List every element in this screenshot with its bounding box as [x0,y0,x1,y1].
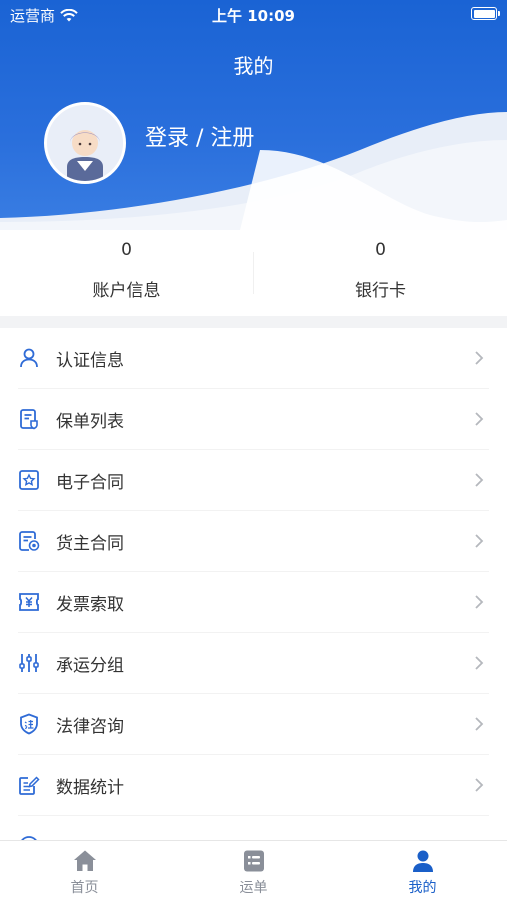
tab-label: 运单 [239,880,268,896]
chevron-right-icon [475,717,484,731]
shipper-contract-icon [19,531,40,551]
chevron-right-icon [475,412,484,426]
section-gap [0,316,507,328]
bottom-tab-bar: 首页 运单 我的 [0,840,507,900]
stat-value: 0 [121,240,132,260]
login-register-link[interactable]: 登录 / 注册 [145,120,254,152]
menu-label: 电子合同 [56,473,124,493]
menu-item-more[interactable] [0,816,507,840]
user-icon [20,348,38,368]
menu-label: 数据统计 [56,778,124,798]
menu-label: 承运分组 [56,656,124,676]
menu-item-carrier-group[interactable]: 承运分组 [0,633,507,694]
stat-value: 0 [375,240,386,260]
tab-label: 首页 [70,880,99,896]
menu-item-legal-consult[interactable]: 法律咨询 [0,694,507,755]
menu-label: 法律咨询 [56,717,124,737]
profile-header: 运营商 上午 10:09 我的 登录 / 注册 [0,0,507,230]
menu-item-e-contract[interactable]: 电子合同 [0,450,507,511]
default-avatar-icon [47,105,123,181]
profile-icon [412,850,433,872]
menu-label: 货主合同 [56,534,124,554]
chevron-right-icon [475,534,484,548]
stat-label: 账户信息 [92,281,161,301]
menu-item-invoice[interactable]: 发票索取 [0,572,507,633]
menu-list: 认证信息 保单列表 电子合同 货主合同 发票索取 承运分组 法律咨询 数据统计 [0,328,507,840]
clock: 上午 10:09 [212,7,295,25]
account-stats: 0 账户信息 0 银行卡 [0,230,507,316]
page-title: 我的 [233,54,274,78]
stat-account-info[interactable]: 0 账户信息 [0,230,253,316]
waybill-icon [243,850,264,872]
tab-home[interactable]: 首页 [0,841,169,900]
avatar[interactable] [44,102,126,184]
chevron-right-icon [475,656,484,670]
stat-bank-card[interactable]: 0 银行卡 [254,230,507,316]
menu-item-certification[interactable]: 认证信息 [0,328,507,389]
law-shield-icon [20,713,38,735]
tab-label: 我的 [408,880,437,896]
sliders-icon [19,654,39,672]
tab-waybill[interactable]: 运单 [169,841,338,900]
stat-label: 银行卡 [355,281,406,301]
menu-item-shipper-contract[interactable]: 货主合同 [0,511,507,572]
menu-item-policy-list[interactable]: 保单列表 [0,389,507,450]
home-icon [73,850,96,871]
menu-label: 发票索取 [56,595,124,615]
tab-profile[interactable]: 我的 [338,841,507,900]
battery-icon [471,7,500,20]
e-contract-icon [19,470,39,490]
menu-label: 保单列表 [56,412,124,432]
menu-label: 认证信息 [56,351,124,371]
data-stats-icon [19,776,40,795]
chevron-right-icon [475,595,484,609]
chevron-right-icon [475,473,484,487]
chevron-right-icon [475,351,484,365]
policy-list-icon [20,409,38,430]
invoice-icon [19,593,39,611]
chevron-right-icon [475,778,484,792]
menu-item-data-stats[interactable]: 数据统计 [0,755,507,816]
status-bar: 运营商 上午 10:09 [0,0,507,28]
